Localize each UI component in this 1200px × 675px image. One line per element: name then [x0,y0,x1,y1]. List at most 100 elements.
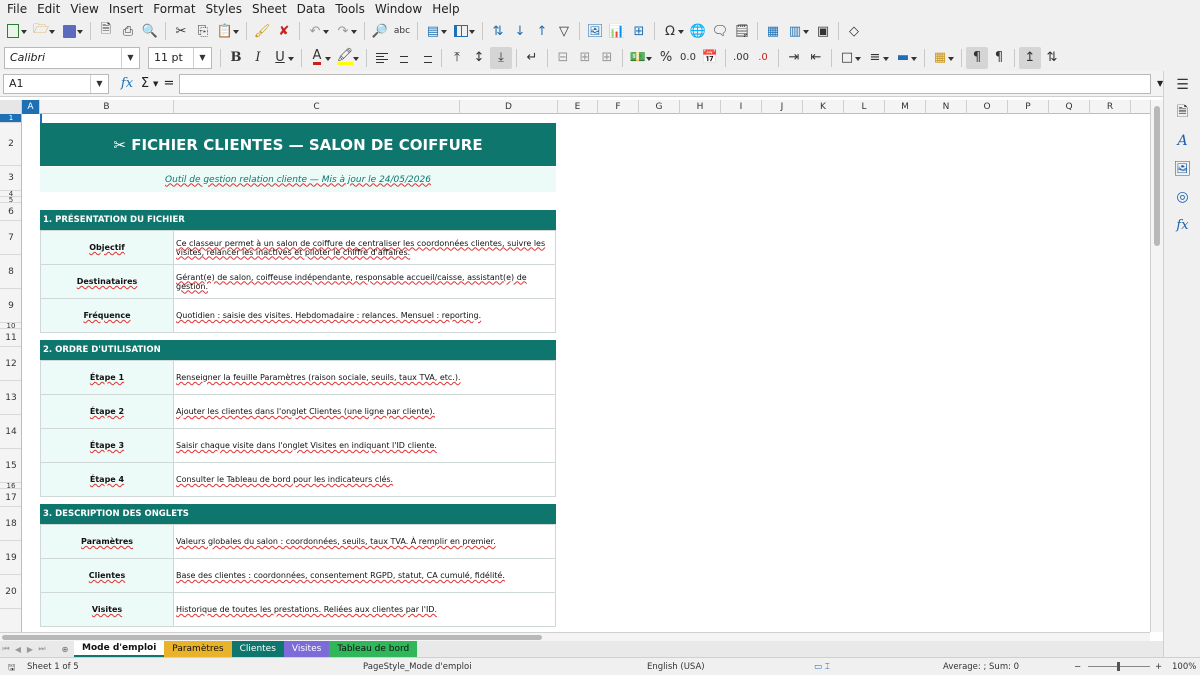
menu-item-view[interactable]: View [65,2,103,16]
row-value[interactable]: Quotidien : saisie des visites. Hebdomad… [174,298,556,333]
row-label[interactable]: Destinataires [40,264,174,299]
cut-icon[interactable]: ✂ [170,20,192,42]
row-header-9[interactable]: 9 [0,289,21,323]
sheet-tab[interactable]: Tableau de bord [329,641,418,657]
sort-ascending-icon[interactable]: ↓ [509,20,531,42]
chevron-down-icon[interactable]: ▼ [193,47,211,68]
vertical-scrollbar[interactable] [1150,100,1163,632]
right-to-left-icon[interactable]: ¶ [988,47,1010,69]
menu-item-styles[interactable]: Styles [201,2,247,16]
conditional-format-icon[interactable]: ▦ [929,47,954,69]
new-document-icon[interactable] [2,20,27,42]
row-header-20[interactable]: 20 [0,575,21,609]
formula-icon[interactable]: = [161,76,177,91]
freeze-rows-icon[interactable]: ▥ [784,20,809,42]
sheet-tab[interactable]: Mode d'emploi [74,641,165,657]
currency-format-icon[interactable]: 💵 [627,47,652,69]
underline-button[interactable]: U [269,47,294,69]
sum-icon[interactable]: Σ [137,76,153,91]
row-header-19[interactable]: 19 [0,541,21,575]
copy-icon[interactable]: ⎘ [192,20,214,42]
row-header-14[interactable]: 14 [0,415,21,449]
row-label[interactable]: Clientes [40,558,174,593]
column-icon[interactable] [450,20,475,42]
italic-button[interactable]: I [247,47,269,69]
language[interactable]: English (USA) [647,662,705,672]
chevron-down-icon[interactable]: ▼ [90,74,108,93]
menu-item-tools[interactable]: Tools [330,2,370,16]
row-icon[interactable]: ▤ [422,20,447,42]
menu-item-help[interactable]: Help [427,2,464,16]
column-header-f[interactable]: F [598,100,639,114]
column-header-c[interactable]: C [174,100,460,114]
row-value[interactable]: Renseigner la feuille Paramètres (raison… [174,360,556,395]
select-all-corner[interactable] [0,100,22,114]
paste-icon[interactable]: 📋 [214,20,239,42]
zoom-slider-handle[interactable] [1117,662,1120,671]
menu-item-sheet[interactable]: Sheet [247,2,292,16]
date-format-icon[interactable]: 📅 [699,47,721,69]
row-value[interactable]: Ce classeur permet à un salon de coiffur… [174,230,556,265]
vertical-scroll-thumb[interactable] [1154,106,1160,246]
next-sheet-icon[interactable]: ▶ [24,645,36,654]
formula-input[interactable] [179,73,1151,94]
row-header-8[interactable]: 8 [0,255,21,289]
align-center-icon[interactable] [393,47,415,69]
borders-icon[interactable]: □ [836,47,861,69]
zoom-level[interactable]: 100% [1172,662,1196,672]
add-sheet-icon[interactable]: ⊕ [58,645,72,654]
column-header-g[interactable]: G [639,100,680,114]
bold-button[interactable]: B [225,47,247,69]
left-to-right-icon[interactable]: ¶ [966,46,988,69]
column-header-p[interactable]: P [1008,100,1049,114]
merge-cells-icon[interactable]: ⊞ [574,47,596,69]
find-replace-icon[interactable]: 🔎 [369,20,391,42]
zoom-out-icon[interactable]: − [1074,662,1081,672]
pivot-table-icon[interactable]: ⊞ [628,20,650,42]
name-box[interactable]: A1 ▼ [3,73,109,94]
border-color-icon[interactable]: ▬ [892,47,917,69]
row-label[interactable]: Objectif [40,230,174,265]
gallery-icon[interactable]: 🖼 [1164,155,1200,183]
row-header-11[interactable]: 11 [0,329,21,347]
row-value[interactable]: Gérant(e) de salon, coiffeuse indépendan… [174,264,556,299]
row-header-2[interactable]: 2 [0,123,21,166]
row-label[interactable]: Étape 4 [40,462,174,497]
menu-item-file[interactable]: File [2,2,32,16]
save-icon[interactable] [58,20,83,42]
clone-formatting-icon[interactable]: 🖌 [251,20,273,42]
row-header-3[interactable]: 3 [0,166,21,191]
export-pdf-icon[interactable]: 🗎 [95,20,117,42]
column-header-h[interactable]: H [680,100,721,114]
row-header-15[interactable]: 15 [0,449,21,483]
increase-indent-icon[interactable]: ⇥ [783,47,805,69]
styles-icon[interactable]: A [1164,127,1200,155]
print-preview-icon[interactable]: 🔍 [139,20,161,42]
sheet-tab[interactable]: Paramètres [164,641,232,657]
border-style-icon[interactable]: ≡ [864,47,889,69]
chevron-down-icon[interactable]: ▼ [153,80,161,88]
row-value[interactable]: Base des clientes : coordonnées, consent… [174,558,556,593]
sort-descending-icon[interactable]: ↑ [531,20,553,42]
align-top-icon[interactable]: ⤒ [446,47,468,69]
row-label[interactable]: Paramètres [40,524,174,559]
add-decimal-button[interactable]: .00 [730,47,752,69]
split-window-icon[interactable]: ▣ [812,20,834,42]
column-header-n[interactable]: N [926,100,967,114]
font-color-button[interactable]: A [306,47,331,69]
column-header-a[interactable]: A [22,100,40,114]
functions-icon[interactable]: fx [1164,211,1200,239]
row-header-7[interactable]: 7 [0,221,21,255]
column-header-l[interactable]: L [844,100,885,114]
row-header-17[interactable]: 17 [0,489,21,507]
zoom-in-icon[interactable]: + [1155,662,1162,672]
spelling-icon[interactable]: abc [391,20,413,42]
delete-decimal-button[interactable]: .0 [752,47,774,69]
percent-format-button[interactable]: % [655,47,677,69]
highlight-color-button[interactable]: 🖍 [334,47,359,69]
insert-image-icon[interactable]: 🖼 [584,20,606,42]
row-value[interactable]: Consulter le Tableau de bord pour les in… [174,462,556,497]
show-draw-functions-icon[interactable]: ◇ [843,20,865,42]
sheet-grid[interactable]: ✂ FICHIER CLIENTES — SALON DE COIFFURE O… [22,114,1150,632]
special-character-icon[interactable]: Ω [659,20,684,42]
